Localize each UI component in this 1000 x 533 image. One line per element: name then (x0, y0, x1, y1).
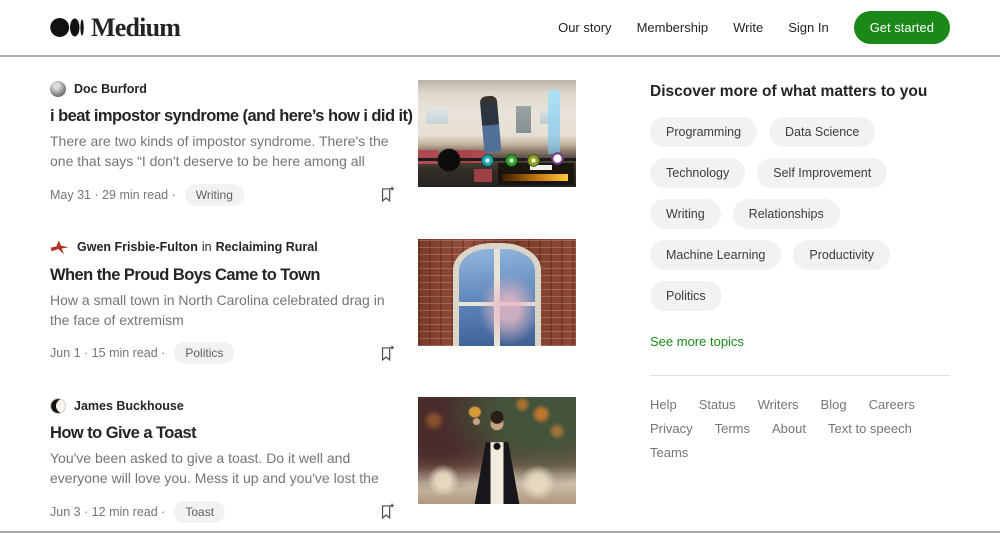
bookmark-add-icon[interactable] (377, 185, 396, 204)
medium-logo-icon (50, 18, 84, 37)
article-meta-row: Jun 3 · 12 min read · Toast (50, 500, 400, 523)
footer-link[interactable]: About (772, 421, 806, 436)
bookmark-add-icon[interactable] (377, 502, 396, 521)
article-card: Doc Burford i beat impostor syndrome (an… (50, 80, 576, 206)
topic-pill[interactable]: Productivity (793, 240, 890, 270)
see-more-topics-link[interactable]: See more topics (650, 334, 744, 349)
footer-link[interactable]: Careers (869, 397, 915, 412)
footer-link[interactable]: Privacy (650, 421, 693, 436)
topic-pill[interactable]: Writing (650, 199, 721, 229)
author-avatar[interactable] (50, 240, 69, 255)
medium-logo[interactable]: Medium (50, 12, 181, 43)
sidebar: Discover more of what matters to you Pro… (650, 80, 950, 533)
article-excerpt: How a small town in North Carolina celeb… (50, 291, 385, 328)
article-thumbnail[interactable] (418, 80, 576, 187)
footer-link[interactable]: Terms (715, 421, 750, 436)
article-title[interactable]: i beat impostor syndrome (and here’s how… (50, 107, 413, 127)
article-meta-row: Jun 1 · 15 min read · Politics (50, 342, 400, 365)
article-excerpt: You've been asked to give a toast. Do it… (50, 449, 379, 487)
article-thumbnail[interactable] (418, 397, 576, 505)
footer-link[interactable]: Blog (821, 397, 847, 412)
bookmark-add-icon[interactable] (377, 344, 396, 363)
article-thumbnail[interactable] (418, 238, 576, 346)
topic-list: Programming Data Science Technology Self Im… (650, 117, 950, 311)
site-header: Medium Our story Membership Write Sign I… (0, 0, 1000, 57)
topic-pill[interactable]: Self Improvement (757, 158, 888, 188)
byline-in-word: in (201, 240, 212, 255)
author-avatar[interactable] (50, 80, 66, 97)
topic-pill[interactable]: Machine Learning (650, 240, 782, 270)
topic-pill[interactable]: Relationships (732, 199, 840, 229)
byline: Doc Burford (50, 80, 400, 97)
article-tag-pill[interactable]: Politics (174, 342, 235, 365)
nav-sign-in[interactable]: Sign In (788, 20, 828, 35)
footer-link[interactable]: Teams (650, 445, 688, 460)
footer-link[interactable]: Writers (758, 397, 799, 412)
nav-our-story[interactable]: Our story (558, 20, 611, 35)
article-meta-row: May 31 · 29 min read · Writing (50, 183, 400, 206)
article-card: James Buckhouse How to Give a Toast You'… (50, 397, 576, 523)
topic-pill[interactable]: Technology (650, 158, 746, 188)
footer-link[interactable]: Help (650, 397, 677, 412)
byline: James Buckhouse (50, 397, 400, 414)
discover-heading: Discover more of what matters to you (650, 83, 928, 100)
article-date-readtime: Jun 1 · 15 min read · (50, 346, 166, 361)
byline: Gwen Frisbie-Fulton in Reclaiming Rural (50, 239, 400, 256)
footer-link[interactable]: Text to speech (828, 421, 912, 436)
article-excerpt: There are two kinds of impostor syndrome… (50, 132, 389, 170)
header-nav: Our story Membership Write Sign In Get s… (558, 11, 950, 44)
footer-link[interactable]: Status (699, 397, 736, 412)
article-card: Gwen Frisbie-Fulton in Reclaiming Rural … (50, 238, 576, 365)
author-name[interactable]: James Buckhouse (74, 399, 184, 413)
get-started-button[interactable]: Get started (853, 11, 950, 44)
author-avatar[interactable] (50, 397, 66, 414)
topic-pill[interactable]: Data Science (769, 117, 876, 147)
medium-wordmark: Medium (91, 12, 181, 42)
article-date-readtime: Jun 3 · 12 min read · (50, 504, 166, 519)
article-tag-pill[interactable]: Toast (174, 500, 226, 523)
article-title[interactable]: How to Give a Toast (50, 424, 400, 444)
topic-pill[interactable]: Politics (650, 281, 722, 311)
publication-name[interactable]: Reclaiming Rural (216, 240, 318, 254)
author-name[interactable]: Gwen Frisbie-Fulton (77, 240, 198, 254)
sidebar-footer-links: Help Status Writers Blog Careers Privacy Terms… (650, 397, 950, 460)
sidebar-divider (650, 375, 950, 376)
topic-pill[interactable]: Programming (650, 117, 758, 147)
nav-write[interactable]: Write (733, 20, 763, 35)
article-title[interactable]: When the Proud Boys Came to Town (50, 266, 400, 286)
article-date-readtime: May 31 · 29 min read · (50, 187, 176, 202)
nav-membership[interactable]: Membership (637, 20, 709, 35)
article-feed: Doc Burford i beat impostor syndrome (an… (50, 80, 576, 533)
author-name[interactable]: Doc Burford (74, 82, 147, 96)
article-tag-pill[interactable]: Writing (184, 183, 244, 206)
